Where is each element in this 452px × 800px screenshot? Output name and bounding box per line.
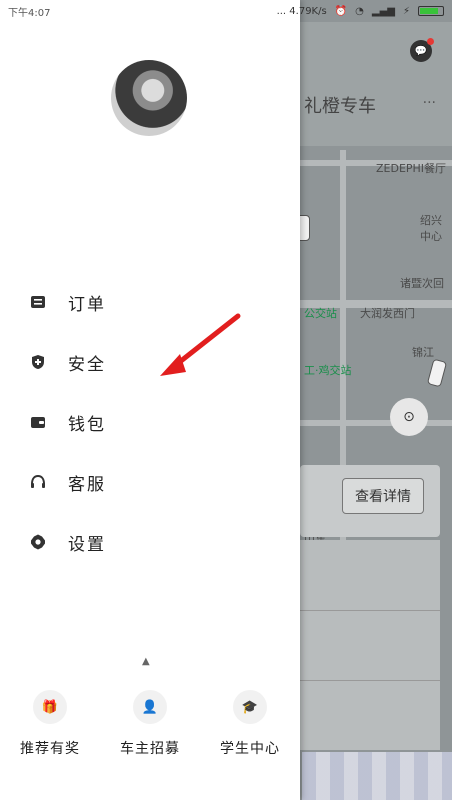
menu-item-label: 设置 — [68, 534, 106, 555]
menu-item-label: 客服 — [68, 474, 106, 495]
menu-item-label: 钱包 — [68, 414, 106, 435]
status-time: 下午4:07 — [8, 7, 51, 19]
menu-item-settings[interactable]: 设置 — [30, 512, 270, 572]
car-marker-icon — [426, 358, 448, 388]
nav-label: 推荐有奖 — [20, 741, 80, 757]
map-poi: 诸暨次回 — [400, 277, 444, 290]
menu-item-wallet[interactable]: 钱包 — [30, 392, 270, 452]
gear-icon — [30, 534, 46, 550]
watermark-blur — [302, 752, 452, 800]
nav-referral[interactable]: 🎁 推荐有奖 — [5, 690, 95, 770]
nav-label: 学生中心 — [220, 741, 280, 757]
map-road — [300, 420, 452, 426]
menu-item-label: 安全 — [68, 354, 106, 375]
network-speed: ... 4.79K/s — [276, 5, 327, 17]
nav-student-center[interactable]: 🎓 学生中心 — [205, 690, 295, 770]
menu-item-support[interactable]: 客服 — [30, 452, 270, 512]
more-icon[interactable]: ··· — [423, 95, 436, 111]
menu-item-label: 订单 — [68, 294, 106, 315]
locate-icon[interactable]: ⊙ — [390, 398, 428, 436]
nav-driver-recruit[interactable]: 👤 车主招募 — [105, 690, 195, 770]
signal-icon: ▂▄▆ — [371, 5, 395, 17]
map-poi: 工·鸡交站 — [304, 364, 352, 377]
status-right: ... 4.79K/s ⏰ ◔ ▂▄▆ ⚡ — [277, 6, 444, 17]
wifi-icon: ◔ — [355, 5, 364, 17]
bottom-panel — [300, 540, 440, 750]
view-details-button[interactable]: 查看详情 — [342, 478, 424, 514]
map-poi: 锦江 — [412, 346, 434, 359]
divider — [300, 610, 440, 611]
order-icon — [30, 294, 46, 310]
divider — [300, 680, 440, 681]
drawer-bottom-nav: 🎁 推荐有奖 👤 车主招募 🎓 学生中心 — [0, 690, 300, 770]
message-badge — [427, 38, 434, 45]
annotation-arrow — [160, 313, 241, 376]
gift-icon: 🎁 — [33, 690, 67, 724]
map-poi: 中心 — [420, 230, 442, 243]
alarm-icon: ⏰ — [334, 5, 348, 17]
charging-icon: ⚡ — [402, 5, 410, 17]
expand-up-icon[interactable]: ▲ — [142, 656, 150, 667]
avatar[interactable] — [111, 60, 187, 136]
side-drawer: 订单 安全 钱包 客服 设置 ▲ � — [0, 0, 300, 800]
map-area[interactable]: 💬 礼橙专车 ··· ZEDEPHI餐厅 绍兴 中心 诸暨次回 公交站 大润发西… — [300, 0, 452, 800]
driver-icon: 👤 — [133, 690, 167, 724]
nav-label: 车主招募 — [120, 741, 180, 757]
battery-icon — [418, 6, 444, 16]
map-poi: ZEDEPHI餐厅 — [376, 162, 447, 175]
message-icon[interactable]: 💬 — [410, 38, 434, 62]
service-title[interactable]: 礼橙专车 — [304, 92, 376, 118]
map-poi: 绍兴 — [420, 214, 442, 227]
wallet-icon — [30, 414, 46, 430]
status-bar: 下午4:07 ... 4.79K/s ⏰ ◔ ▂▄▆ ⚡ — [0, 0, 452, 22]
map-poi: 大润发西门 — [360, 307, 415, 320]
headset-icon — [30, 474, 46, 490]
car-marker-icon — [300, 215, 310, 241]
shield-icon — [30, 354, 46, 370]
map-poi: 公交站 — [304, 307, 337, 320]
graduation-cap-icon: 🎓 — [233, 690, 267, 724]
